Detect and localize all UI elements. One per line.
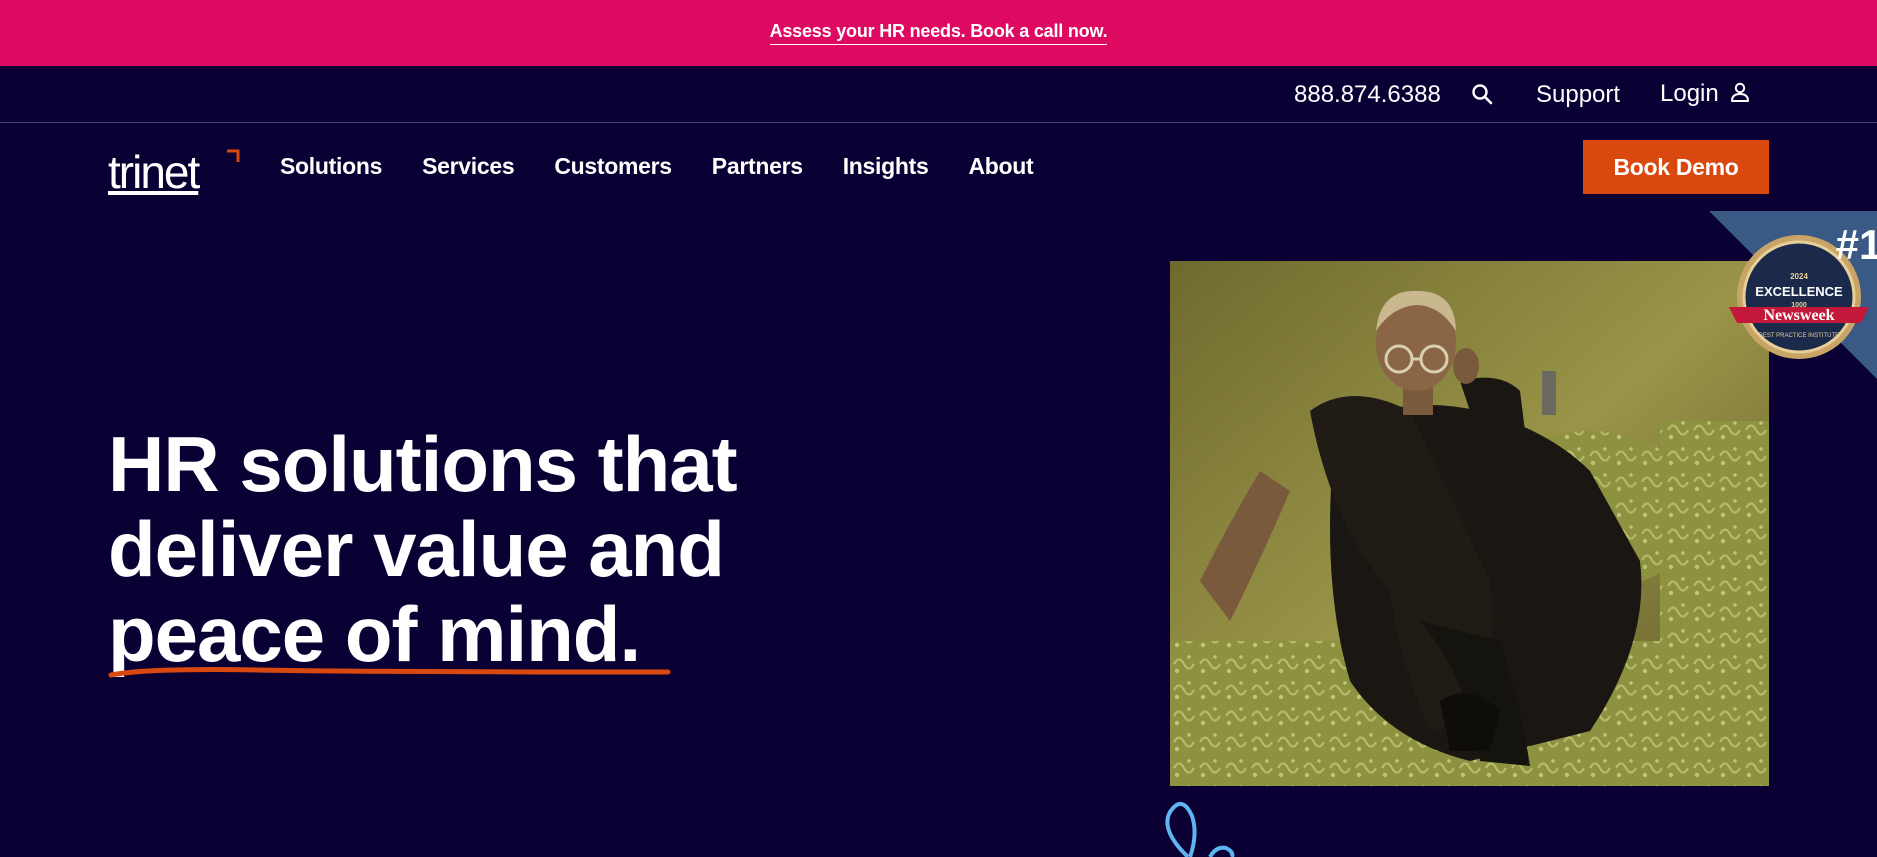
award-badge-icon: #1 2024 EXCELLENCE 1000 Newsweek BEST PR…	[1709, 211, 1877, 379]
nav-item-solutions[interactable]: Solutions	[280, 153, 382, 180]
nav-item-customers[interactable]: Customers	[554, 153, 672, 180]
hero-photo	[1170, 261, 1769, 786]
search-icon[interactable]	[1470, 82, 1494, 106]
badge-year: 2024	[1790, 272, 1808, 281]
decorative-swirl	[1165, 802, 1235, 857]
nav-item-insights[interactable]: Insights	[843, 153, 929, 180]
headline-underline	[108, 667, 671, 678]
phone-link[interactable]: 888.874.6388	[1294, 81, 1441, 109]
utility-bar: 888.874.6388 Support Login	[0, 66, 1877, 123]
hero-line-2: deliver value and	[108, 505, 725, 593]
logo-corner-mark	[226, 149, 240, 163]
support-link[interactable]: Support	[1536, 81, 1620, 109]
trinet-logo[interactable]: trinet	[108, 145, 200, 199]
nav-item-partners[interactable]: Partners	[712, 153, 803, 180]
login-label: Login	[1660, 80, 1719, 107]
book-demo-button[interactable]: Book Demo	[1583, 140, 1769, 194]
login-link[interactable]: Login	[1660, 80, 1751, 108]
badge-sub: BEST PRACTICE INSTITUTE	[1759, 333, 1839, 339]
badge-title: EXCELLENCE	[1755, 284, 1843, 299]
main-nav: trinet Solutions Services Customers Part…	[0, 123, 1877, 211]
hero-headline: HR solutions that deliver value and peac…	[108, 422, 808, 677]
nav-item-services[interactable]: Services	[422, 153, 515, 180]
badge-brand: Newsweek	[1763, 307, 1834, 324]
promo-bar: Assess your HR needs. Book a call now.	[0, 0, 1877, 66]
nav-item-about[interactable]: About	[969, 153, 1034, 180]
badge-rank: #1	[1836, 221, 1877, 268]
hero-line-1: HR solutions that	[108, 420, 738, 508]
nav-menu: Solutions Services Customers Partners In…	[280, 153, 1034, 180]
promo-link[interactable]: Assess your HR needs. Book a call now.	[769, 21, 1108, 45]
user-icon	[1729, 81, 1751, 108]
